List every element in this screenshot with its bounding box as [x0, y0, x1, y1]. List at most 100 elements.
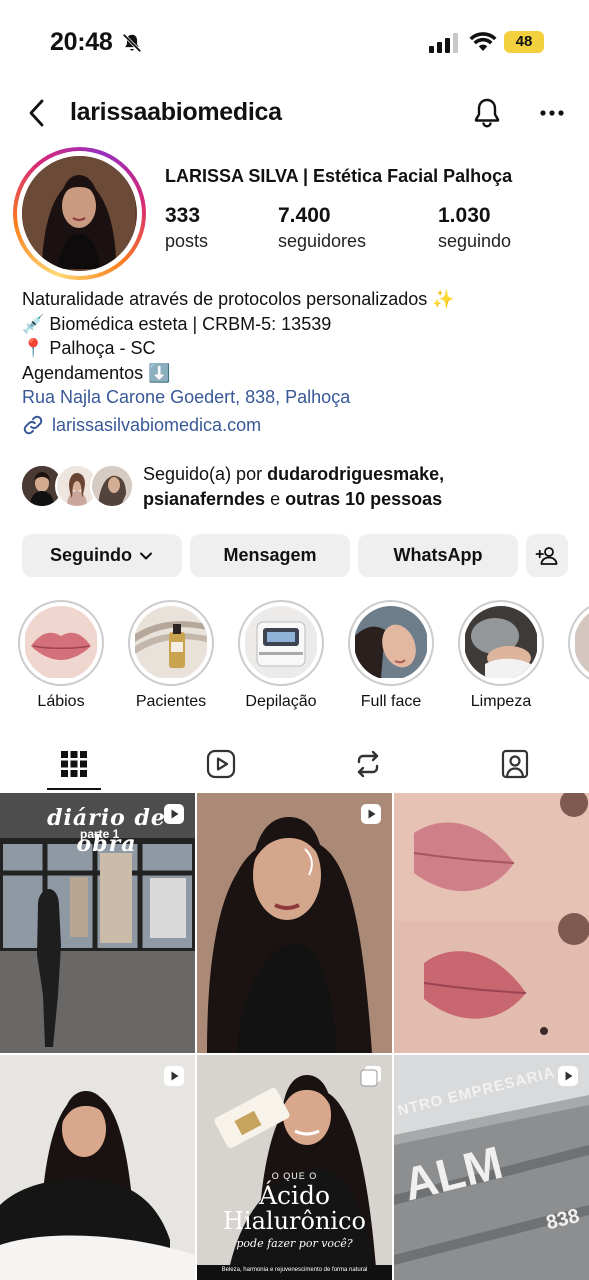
post-caption-script: pode fazer por você?	[236, 1237, 353, 1250]
reel-badge-icon	[558, 1066, 578, 1086]
reel-badge-icon	[164, 804, 184, 824]
tab-tagged[interactable]	[441, 737, 588, 790]
followed-connector: e	[270, 488, 281, 509]
bio-line: 💉 Biomédica esteta | CRBM-5: 13539	[22, 313, 332, 334]
grid-icon	[60, 750, 87, 777]
highlight-pacientes[interactable]: Pacientes	[126, 600, 216, 711]
post-caption-large: Ácido	[258, 1181, 331, 1210]
profile-header: larissaabiomedica	[0, 92, 589, 136]
carousel-badge-icon	[360, 1066, 381, 1087]
stat-posts[interactable]: 333 posts	[165, 204, 208, 252]
highlight-thumbnail	[134, 606, 208, 680]
bio-address-link[interactable]: Rua Najla Carone Goedert, 838, Palhoça	[22, 385, 455, 410]
add-user-button[interactable]	[526, 534, 568, 577]
grid-post[interactable]	[394, 793, 589, 1053]
highlight-label: Lábios	[37, 693, 85, 710]
mutual-follower-avatars	[20, 464, 135, 510]
bio-line: Agendamentos ⬇️	[22, 362, 171, 383]
highlight-labios[interactable]: Lábios	[16, 600, 106, 711]
post-caption-small: O QUE O	[271, 1171, 318, 1181]
stat-following-label: seguindo	[438, 231, 512, 251]
highlight-label: Pacientes	[135, 693, 207, 710]
active-tab-indicator	[47, 788, 101, 790]
highlight-limpeza[interactable]: Limpeza	[456, 600, 546, 711]
grid-post[interactable]	[197, 793, 392, 1053]
reel-badge-icon	[164, 1066, 184, 1086]
following-button[interactable]: Seguindo	[22, 534, 182, 577]
bio-line: 📍 Palhoça - SC	[22, 338, 156, 358]
link-icon	[23, 415, 43, 435]
highlight-full-face[interactable]: Full face	[346, 600, 436, 711]
profile-avatar-story-ring[interactable]	[13, 147, 146, 280]
tab-posts-grid[interactable]	[0, 737, 147, 790]
chevron-down-icon	[140, 552, 152, 559]
profile-bio: Naturalidade através de protocolos perso…	[22, 287, 455, 410]
profile-avatar	[22, 156, 137, 271]
highlight-thumbnail	[464, 606, 538, 680]
highlight-more[interactable]	[566, 600, 589, 686]
whatsapp-button[interactable]: WhatsApp	[358, 534, 518, 577]
grid-post[interactable]: NTRO EMPRESARIA ALM 838	[394, 1055, 589, 1280]
stat-followers-value: 7.400	[278, 204, 331, 227]
post-caption-large: Hialurônico	[223, 1207, 366, 1235]
mutual-followers-text: Seguido(a) por dudarodriguesmake, psiana…	[143, 462, 444, 511]
message-button-label: Mensagem	[223, 545, 317, 565]
profile-content-tabs	[0, 737, 589, 790]
mutual-avatar	[90, 464, 134, 508]
stat-followers-label: seguidores	[278, 231, 367, 251]
story-highlights: Lábios Pacientes Depilação Full face Lim…	[0, 600, 589, 715]
status-bar: 20:48 48	[0, 0, 589, 88]
highlight-label: Limpeza	[470, 693, 532, 710]
more-options-icon[interactable]	[538, 100, 566, 126]
posts-grid: diário de obra parte 1 O QUE O Ácido Hia…	[0, 793, 589, 1280]
mutual-followers[interactable]: Seguido(a) por dudarodriguesmake, psiana…	[20, 462, 580, 512]
notification-bell-icon[interactable]	[471, 96, 503, 130]
website-text: larissasilvabiomedica.com	[52, 414, 262, 435]
reels-icon	[206, 749, 235, 778]
wifi-icon	[469, 32, 497, 51]
tab-reposts[interactable]	[294, 737, 441, 790]
profile-action-buttons: Seguindo Mensagem WhatsApp	[22, 534, 568, 577]
grid-post[interactable]: O QUE O Ácido Hialurônico pode fazer por…	[197, 1055, 392, 1280]
stat-following-value: 1.030	[438, 204, 491, 227]
stat-following[interactable]: 1.030 seguindo	[438, 204, 511, 252]
highlight-thumbnail	[24, 606, 98, 680]
message-button[interactable]: Mensagem	[190, 534, 350, 577]
profile-website-link[interactable]: larissasilvabiomedica.com	[22, 414, 261, 436]
reel-badge-icon	[361, 804, 381, 824]
repost-icon	[357, 750, 378, 777]
profile-username: larissaabiomedica	[70, 98, 282, 126]
tagged-person-icon	[501, 749, 528, 778]
followed-user[interactable]: psianaferndes	[143, 489, 265, 509]
highlight-thumbnail	[244, 606, 318, 680]
stat-followers[interactable]: 7.400 seguidores	[278, 204, 366, 252]
back-arrow-icon[interactable]	[26, 98, 48, 128]
avatar-photo	[22, 156, 135, 269]
cellular-signal-icon	[429, 33, 458, 53]
bio-line: Naturalidade através de protocolos perso…	[22, 289, 455, 309]
highlight-thumbnail	[574, 606, 589, 680]
stat-posts-label: posts	[165, 231, 209, 251]
grid-post[interactable]	[0, 1055, 195, 1280]
battery-indicator: 48	[504, 31, 544, 53]
following-button-label: Seguindo	[50, 545, 132, 565]
followed-user[interactable]: dudarodriguesmake,	[267, 464, 444, 484]
stat-posts-value: 333	[165, 204, 201, 227]
highlight-label: Full face	[360, 693, 422, 710]
post-subtitle-text: parte 1	[80, 827, 120, 841]
post-image	[394, 793, 589, 1053]
highlight-label: Depilação	[245, 693, 317, 710]
bell-off-icon	[122, 33, 142, 53]
post-image	[0, 1055, 195, 1280]
tab-reels[interactable]	[147, 737, 294, 790]
followed-others[interactable]: outras 10 pessoas	[285, 489, 442, 509]
post-caption-footer: Beleza, harmonia e rejuvenescimento de f…	[221, 1267, 368, 1273]
followed-prefix: Seguido(a) por	[143, 464, 263, 484]
highlight-thumbnail	[354, 606, 428, 680]
grid-post[interactable]: diário de obra parte 1	[0, 793, 195, 1053]
highlight-depilacao[interactable]: Depilação	[236, 600, 326, 711]
add-user-icon	[535, 546, 558, 565]
profile-display-name: LARISSA SILVA | Estética Facial Palhoça	[165, 166, 513, 186]
status-time: 20:48	[50, 28, 113, 56]
whatsapp-button-label: WhatsApp	[393, 545, 483, 565]
